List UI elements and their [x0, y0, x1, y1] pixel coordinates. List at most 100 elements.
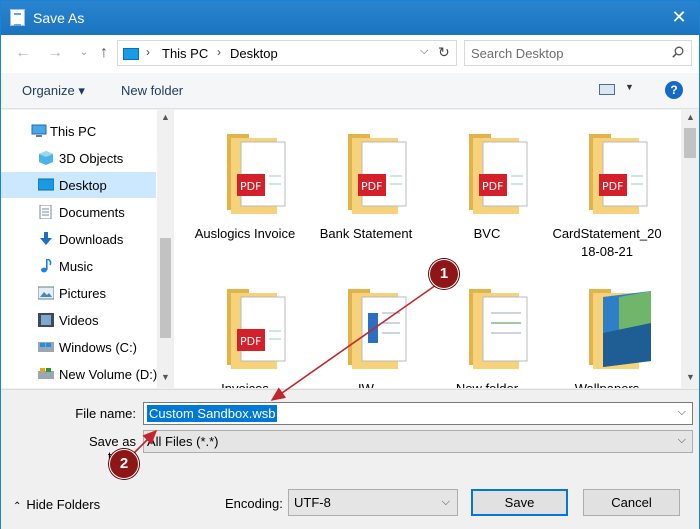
pdf-folder-icon: PDF — [227, 134, 286, 214]
file-item[interactable]: IW — [306, 265, 426, 388]
nav-item-music[interactable]: Music — [1, 253, 156, 279]
svg-text:PDF: PDF — [482, 180, 503, 193]
computer-icon — [31, 124, 47, 137]
nav-item-documents[interactable]: Documents — [1, 199, 156, 225]
annotation-badge: 1 — [429, 259, 459, 289]
encoding-value: UTF-8 — [294, 495, 331, 510]
save-as-type-select[interactable]: All Files (*.*) ⌵ — [143, 430, 693, 453]
nav-label: Music — [59, 259, 93, 274]
search-box[interactable] — [464, 40, 692, 66]
nav-item-windows-c[interactable]: Windows (C:) — [1, 334, 156, 360]
nav-item-downloads[interactable]: Downloads — [1, 226, 156, 252]
navigation-pane: This PC 3D Objects Desktop Documents Dow… — [1, 110, 175, 388]
chevron-down-icon[interactable]: ⌵ — [678, 406, 686, 419]
nav-label: This PC — [50, 124, 97, 139]
search-icon[interactable] — [672, 46, 684, 58]
breadcrumb-chevron-icon: › — [146, 45, 150, 59]
nav-label: Videos — [59, 313, 99, 328]
nav-item-this-pc[interactable]: This PC — [1, 118, 156, 144]
annotation-badge: 2 — [109, 449, 139, 479]
image-folder-icon — [589, 289, 651, 369]
refresh-icon[interactable]: ↻ — [438, 44, 450, 61]
nav-item-pictures[interactable]: Pictures — [1, 280, 156, 306]
organize-button[interactable]: Organize ▾ — [22, 83, 85, 99]
file-name: Invoices — [185, 380, 305, 388]
file-name: CardStatement_2018-08-21 — [552, 226, 662, 259]
nav-label: Documents — [59, 205, 125, 220]
file-name: BVC — [473, 226, 501, 241]
svg-text:PDF: PDF — [361, 180, 382, 193]
desktop-icon — [38, 178, 54, 191]
file-item[interactable]: PDF Auslogics Invoice — [185, 110, 305, 260]
chevron-down-icon[interactable]: ⌵ — [442, 496, 450, 509]
file-name-field[interactable]: Custom Sandbox.wsb ⌵ — [143, 402, 693, 425]
nav-label: 3D Objects — [59, 151, 124, 166]
nav-label: Desktop — [59, 178, 107, 193]
nav-item-videos[interactable]: Videos — [1, 307, 156, 333]
nav-item-3d-objects[interactable]: 3D Objects — [1, 145, 156, 171]
svg-text:PDF: PDF — [240, 180, 261, 193]
help-icon[interactable]: ? — [665, 81, 683, 99]
hide-folders-label: Hide Folders — [26, 497, 101, 512]
back-arrow-icon[interactable]: ← — [13, 43, 33, 63]
nav-item-desktop[interactable]: Desktop — [1, 172, 156, 198]
close-icon[interactable]: ✕ — [669, 7, 689, 27]
address-box[interactable]: › This PC › Desktop ⌵ ↻ — [117, 40, 457, 66]
encoding-select[interactable]: UTF-8 ⌵ — [288, 489, 458, 516]
nav-label: Windows (C:) — [59, 340, 138, 355]
file-item[interactable]: PDF CardStatement_2018-08-21 — [547, 110, 667, 260]
forward-arrow-icon[interactable]: → — [45, 43, 65, 63]
breadcrumb-chevron-icon: › — [217, 45, 221, 59]
svg-text:PDF: PDF — [602, 180, 623, 193]
pdf-folder-icon: PDF — [469, 134, 528, 214]
file-list-scrollbar[interactable]: ▲ ▼ — [681, 110, 699, 388]
breadcrumb-this-pc[interactable]: This PC — [162, 46, 208, 61]
videos-icon — [38, 313, 54, 327]
scroll-down-icon[interactable]: ▼ — [686, 372, 695, 382]
file-name-label: File name: — [75, 406, 136, 421]
save-form: File name: Custom Sandbox.wsb ⌵ Save as … — [1, 389, 699, 529]
title-bar: Save As ✕ — [1, 1, 699, 35]
nav-label: Pictures — [59, 286, 106, 301]
chevron-down-icon[interactable]: ⌵ — [678, 434, 686, 447]
scrollbar-thumb[interactable] — [684, 128, 696, 158]
scroll-up-icon[interactable]: ▲ — [161, 112, 170, 122]
new-folder-button[interactable]: New folder — [121, 83, 183, 98]
up-arrow-icon[interactable]: ↑ — [94, 43, 114, 63]
scroll-up-icon[interactable]: ▲ — [686, 112, 695, 122]
save-button[interactable]: Save — [471, 489, 568, 516]
file-name-value[interactable]: Custom Sandbox.wsb — [147, 405, 278, 422]
windows-drive-icon — [38, 342, 54, 352]
document-folder-icon — [348, 289, 407, 369]
navigation-scrollbar[interactable]: ▲ ▼ — [157, 110, 174, 388]
chevron-up-icon: ⌃ — [13, 501, 22, 512]
file-item[interactable]: PDF BVC — [427, 110, 547, 260]
file-item[interactable]: PDF Invoices — [185, 265, 305, 388]
view-options-icon[interactable] — [599, 84, 615, 95]
search-input[interactable] — [471, 45, 661, 62]
pdf-folder-icon: PDF — [227, 289, 286, 369]
encoding-label: Encoding: — [225, 496, 283, 511]
hide-folders-button[interactable]: ⌃ Hide Folders — [13, 497, 100, 512]
scroll-down-icon[interactable]: ▼ — [161, 372, 170, 382]
cancel-button[interactable]: Cancel — [583, 489, 680, 516]
breadcrumb-desktop[interactable]: Desktop — [230, 46, 278, 61]
chevron-down-icon[interactable]: ▼ — [625, 82, 634, 92]
file-name: IW — [306, 380, 426, 388]
recent-locations-icon[interactable]: ⌄ — [74, 43, 94, 63]
scrollbar-thumb[interactable] — [160, 238, 171, 338]
document-folder-icon — [469, 289, 528, 369]
file-item[interactable]: Wallpapers — [547, 265, 667, 388]
file-item[interactable]: PDF Bank Statement — [306, 110, 426, 260]
nav-item-new-volume-d[interactable]: New Volume (D:) — [1, 361, 158, 387]
download-arrow-icon — [40, 232, 52, 245]
nav-label: New Volume (D:) — [59, 367, 158, 382]
cube-icon — [39, 151, 53, 165]
chevron-down-icon[interactable]: ⌵ — [420, 45, 428, 58]
file-name: Bank Statement — [319, 226, 413, 241]
svg-text:PDF: PDF — [240, 335, 261, 348]
pictures-icon — [38, 286, 54, 300]
notepad-icon — [10, 9, 25, 26]
pdf-folder-icon: PDF — [589, 134, 648, 214]
file-name: Auslogics Invoice — [194, 226, 296, 241]
